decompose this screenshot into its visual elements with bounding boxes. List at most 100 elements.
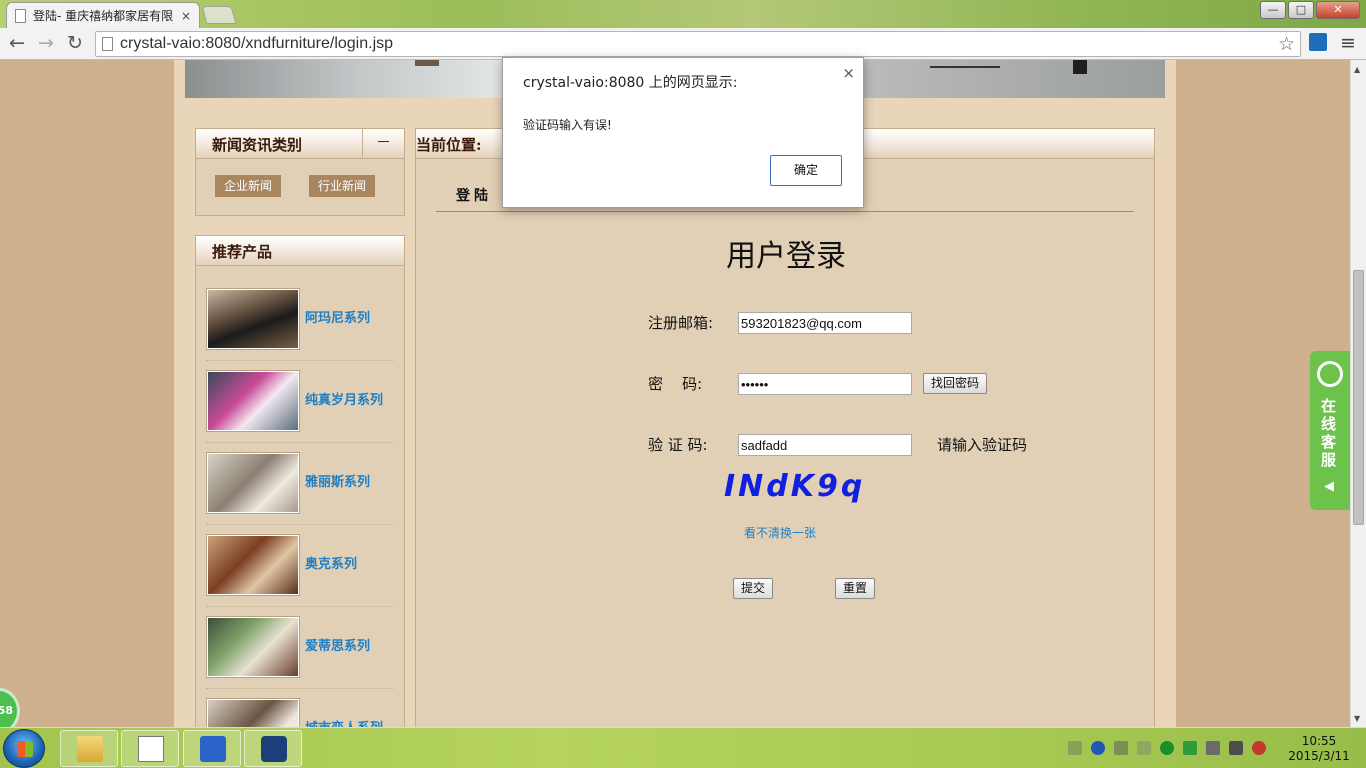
product-name-link[interactable]: 纯真岁月系列 xyxy=(305,389,383,408)
window-controls: — □ ✕ xyxy=(1260,1,1360,19)
product-item[interactable]: 爱蒂思系列 xyxy=(206,607,394,689)
arrow-left-icon[interactable]: ◀ xyxy=(1324,479,1334,494)
url-text: crystal-vaio:8080/xndfurniture/login.jsp xyxy=(120,35,394,52)
star-icon[interactable]: ☆ xyxy=(1278,33,1295,55)
maximize-button[interactable]: □ xyxy=(1288,1,1314,19)
scroll-up-icon[interactable]: ▲ xyxy=(1354,65,1360,74)
system-tray xyxy=(1068,737,1266,759)
category-enterprise-news[interactable]: 企业新闻 xyxy=(215,175,282,197)
product-item[interactable]: 纯真岁月系列 xyxy=(206,361,394,443)
login-heading: 用户登录 xyxy=(726,239,846,274)
product-name-link[interactable]: 雅丽斯系列 xyxy=(305,471,370,490)
taskbar-clock[interactable]: 10:55 2015/3/11 xyxy=(1284,734,1354,764)
page-scrollbar[interactable]: ▲ ▼ xyxy=(1350,60,1366,727)
app-icon xyxy=(261,736,287,762)
arrow-left-icon: ← xyxy=(9,32,25,54)
hamburger-menu-icon[interactable]: ≡ xyxy=(1340,32,1356,54)
folder-icon xyxy=(77,736,103,762)
tab-close-icon[interactable]: × xyxy=(181,9,191,23)
login-panel: 当前位置: 登陆 用户登录 注册邮箱: 密 码: 找回密码 验 证 码: 请输入… xyxy=(415,128,1155,727)
product-thumbnail[interactable] xyxy=(207,289,299,349)
product-thumbnail[interactable] xyxy=(207,453,299,513)
email-field[interactable] xyxy=(738,312,912,334)
address-bar[interactable]: crystal-vaio:8080/xndfurniture/login.jsp… xyxy=(95,31,1301,57)
product-item[interactable]: 城市恋人系列 xyxy=(206,689,394,727)
category-industry-news[interactable]: 行业新闻 xyxy=(309,175,376,197)
keyboard-icon[interactable] xyxy=(1068,741,1082,755)
password-field[interactable] xyxy=(738,373,912,395)
taskbar-explorer[interactable] xyxy=(60,730,118,767)
alert-dialog: crystal-vaio:8080 上的网页显示: × 验证码输入有误! 确定 xyxy=(502,57,864,208)
taskbar-wps[interactable] xyxy=(183,730,241,767)
wps-writer-icon xyxy=(200,736,226,762)
recommended-products-header: 推荐产品 xyxy=(196,236,404,266)
security-icon[interactable] xyxy=(1160,741,1174,755)
scroll-down-icon[interactable]: ▼ xyxy=(1354,714,1360,723)
taskbar-document[interactable] xyxy=(121,730,179,767)
reload-icon: ↻ xyxy=(67,32,83,54)
email-label: 注册邮箱: xyxy=(648,314,714,332)
refresh-captcha-link[interactable]: 看不清换一张 xyxy=(744,524,816,541)
product-item[interactable]: 奥克系列 xyxy=(206,525,394,607)
close-icon[interactable]: × xyxy=(842,64,855,82)
submit-button[interactable]: 提交 xyxy=(733,578,774,599)
extension-icon[interactable] xyxy=(1309,33,1327,51)
chat-bubble-icon xyxy=(1317,361,1343,387)
find-password-button[interactable]: 找回密码 xyxy=(923,373,988,394)
page-icon xyxy=(102,37,113,51)
captcha-hint: 请输入验证码 xyxy=(937,436,1028,454)
back-button[interactable]: ← xyxy=(5,32,29,56)
volume-icon[interactable] xyxy=(1252,741,1266,755)
captcha-field[interactable] xyxy=(738,434,912,456)
recommended-products-title: 推荐产品 xyxy=(212,243,273,261)
tab-title: 登陆- 重庆禧纳都家居有限 xyxy=(33,9,174,23)
product-name-link[interactable]: 阿玛尼系列 xyxy=(305,307,370,326)
password-label: 密 码: xyxy=(648,375,703,393)
forward-button[interactable]: → xyxy=(34,32,58,56)
captcha-image[interactable]: INdK9q xyxy=(724,469,865,504)
product-name-link[interactable]: 爱蒂思系列 xyxy=(305,635,370,654)
product-thumbnail[interactable] xyxy=(207,535,299,595)
news-category-header: 新闻资讯类别 － xyxy=(196,129,404,159)
scrollbar-thumb[interactable] xyxy=(1353,270,1364,525)
page-icon xyxy=(15,8,26,23)
windows-logo-icon xyxy=(17,741,33,757)
online-service-widget[interactable]: 在线客服 ◀ xyxy=(1310,351,1350,510)
product-thumbnail[interactable] xyxy=(207,617,299,677)
product-item[interactable]: 阿玛尼系列 xyxy=(206,279,394,361)
ok-button[interactable]: 确定 xyxy=(770,155,842,186)
product-thumbnail[interactable] xyxy=(207,699,299,727)
reset-button[interactable]: 重置 xyxy=(835,578,876,599)
start-button[interactable] xyxy=(3,729,45,768)
online-service-label: 在线客服 xyxy=(1321,397,1337,469)
browser-tab-active[interactable]: 登陆- 重庆禧纳都家居有限 × xyxy=(6,2,200,28)
product-name-link[interactable]: 城市恋人系列 xyxy=(305,717,383,727)
windows-taskbar: 10:55 2015/3/11 xyxy=(0,727,1366,768)
product-item[interactable]: 雅丽斯系列 xyxy=(206,443,394,525)
network-icon[interactable] xyxy=(1229,741,1243,755)
input-method-icon[interactable] xyxy=(1114,741,1128,755)
captcha-label: 验 证 码: xyxy=(648,436,708,454)
minimize-button[interactable]: — xyxy=(1260,1,1286,19)
collapse-button[interactable]: － xyxy=(362,129,404,158)
current-location-label: 当前位置: xyxy=(416,136,482,154)
chevron-up-icon[interactable] xyxy=(1137,741,1151,755)
news-category-box: 新闻资讯类别 － 企业新闻 行业新闻 xyxy=(195,128,405,216)
new-tab-button[interactable] xyxy=(201,6,237,24)
taskbar-app[interactable] xyxy=(244,730,302,767)
side-float-badge[interactable]: 58 xyxy=(0,688,20,727)
login-tab-label: 登陆 xyxy=(456,188,492,204)
document-icon xyxy=(138,736,164,762)
news-category-title: 新闻资讯类别 xyxy=(212,136,303,154)
product-thumbnail[interactable] xyxy=(207,371,299,431)
close-window-button[interactable]: ✕ xyxy=(1316,1,1360,19)
browser-toolbar: ← → ↻ crystal-vaio:8080/xndfurniture/log… xyxy=(0,28,1366,60)
dialog-message: 验证码输入有误! xyxy=(523,118,612,132)
product-name-link[interactable]: 奥克系列 xyxy=(305,553,357,572)
dialog-title: crystal-vaio:8080 上的网页显示: xyxy=(523,75,738,91)
reload-button[interactable]: ↻ xyxy=(63,32,87,56)
arrow-right-icon: → xyxy=(38,32,54,54)
help-icon[interactable] xyxy=(1091,741,1105,755)
app-tray-icon[interactable] xyxy=(1183,741,1197,755)
usb-icon[interactable] xyxy=(1206,741,1220,755)
